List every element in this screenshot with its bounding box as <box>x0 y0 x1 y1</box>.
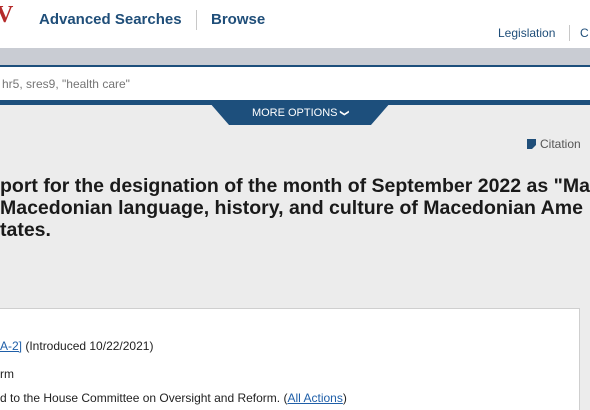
latest-action-close: ) <box>342 391 347 405</box>
citation-label: Citation <box>540 137 581 151</box>
title-line: tates. <box>0 219 51 241</box>
more-options-button[interactable]: MORE OPTIONS ❯ <box>209 102 391 125</box>
search-box <box>0 65 590 102</box>
sponsor-row: A-2] (Introduced 10/22/2021) <box>0 339 153 353</box>
citation-icon <box>527 139 536 149</box>
sub-nav-next[interactable]: C <box>580 26 589 40</box>
header-divider-strip <box>0 48 590 65</box>
site-header: V Advanced Searches Browse <box>0 0 590 48</box>
latest-action-row: d to the House Committee on Oversight an… <box>0 391 347 405</box>
committee-row: rm <box>0 367 14 381</box>
chevron-down-icon: ❯ <box>339 109 350 117</box>
sub-nav-divider <box>569 25 570 41</box>
introduced-date: (Introduced 10/22/2021) <box>22 339 154 353</box>
sub-nav-legislation[interactable]: Legislation <box>498 26 555 40</box>
more-options-label: MORE OPTIONS <box>251 107 338 119</box>
page-title: port for the designation of the month of… <box>0 175 590 241</box>
citation-link[interactable]: Citation <box>527 137 581 153</box>
congress-logo[interactable]: V <box>0 3 13 27</box>
nav-browse[interactable]: Browse <box>211 11 265 31</box>
sponsor-link[interactable]: A-2] <box>0 339 22 353</box>
latest-action-text: d to the House Committee on Oversight an… <box>0 391 288 405</box>
committee-name: rm <box>0 367 14 381</box>
title-line: port for the designation of the month of… <box>0 175 590 197</box>
search-input[interactable] <box>0 75 558 93</box>
nav-divider <box>196 10 197 30</box>
all-actions-link[interactable]: All Actions <box>287 391 342 405</box>
nav-advanced-searches[interactable]: Advanced Searches <box>39 11 182 31</box>
title-line: Macedonian language, history, and cultur… <box>0 197 583 219</box>
